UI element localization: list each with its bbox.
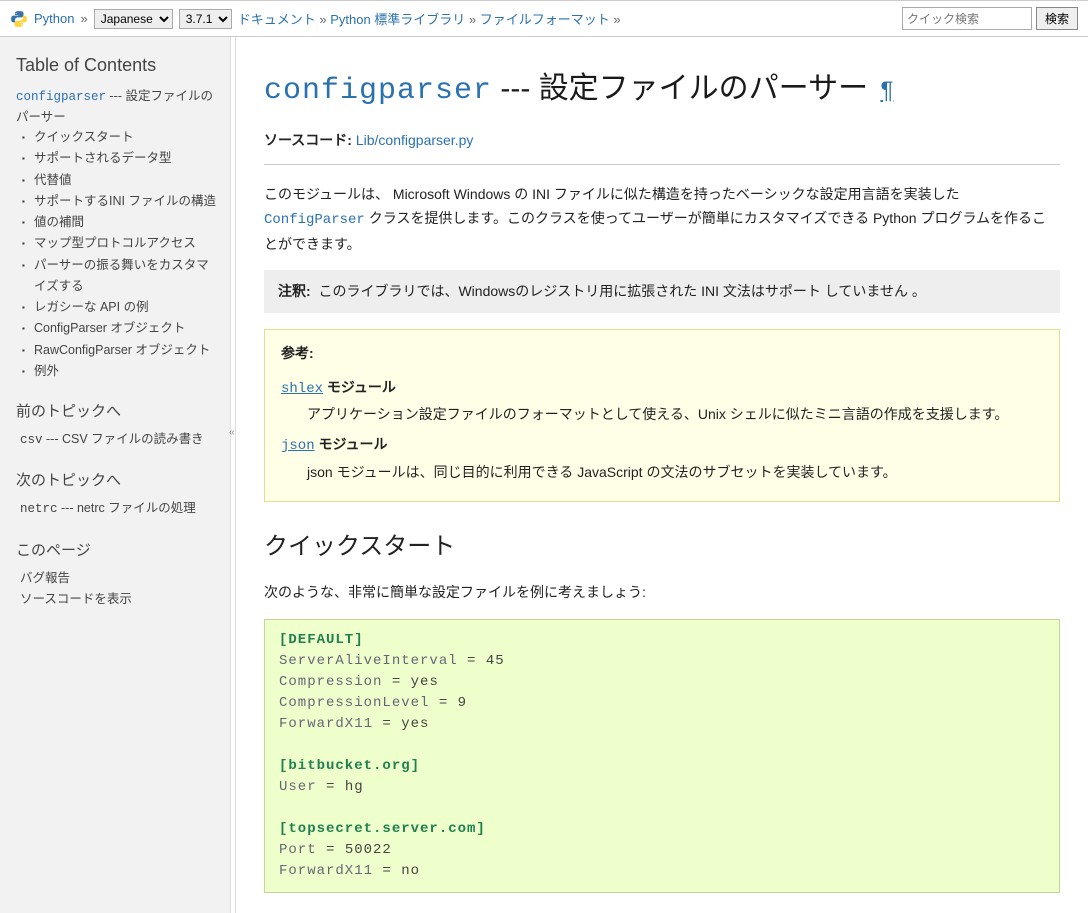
seealso-box: 参考: shlex モジュールアプリケーション設定ファイルのフォーマットとして使… (264, 329, 1060, 502)
this-page-heading: このページ (16, 539, 218, 560)
toc-item: RawConfigParser オブジェクト (20, 340, 218, 361)
toc-link[interactable]: RawConfigParser オブジェクト (34, 343, 210, 357)
configparser-class-link[interactable]: ConfigParser (264, 212, 365, 228)
toc-link[interactable]: 例外 (34, 364, 59, 378)
topbar: Python » EnglishJapaneseFrench 3.7.13.62… (0, 0, 1088, 37)
toc-title: Table of Contents (16, 55, 218, 76)
breadcrumb-sep: » (465, 12, 479, 27)
version-select[interactable]: 3.7.13.62.7 (179, 9, 232, 29)
toc-item: 例外 (20, 361, 218, 382)
breadcrumb-link[interactable]: ドキュメント (238, 12, 316, 27)
code-example: [DEFAULT] ServerAliveInterval = 45 Compr… (264, 619, 1060, 893)
prev-topic-link[interactable]: csv --- CSV ファイルの読み書き (20, 432, 204, 446)
seealso-desc: json モジュールは、同じ目的に利用できる JavaScript の文法のサブ… (307, 461, 1043, 485)
toc-link[interactable]: マップ型プロトコルアクセス (34, 236, 196, 250)
seealso-module-link[interactable]: json (281, 438, 315, 454)
this-page-link[interactable]: ソースコードを表示 (20, 592, 132, 606)
seealso-desc: アプリケーション設定ファイルのフォーマットとして使える、Unix シェルに似たミ… (307, 403, 1043, 427)
toc-link[interactable]: サポートするINI ファイルの構造 (34, 194, 216, 208)
prev-topic-heading: 前のトピックへ (16, 400, 218, 421)
quickstart-heading: クイックスタート (264, 526, 1060, 561)
toc-item: サポートするINI ファイルの構造 (20, 191, 218, 212)
source-link[interactable]: Lib/configparser.py (356, 132, 474, 148)
toc-item: 値の補間 (20, 212, 218, 233)
toc-item: 代替値 (20, 170, 218, 191)
next-topic-heading: 次のトピックへ (16, 469, 218, 490)
search-input[interactable] (902, 7, 1032, 30)
toc-item: ConfigParser オブジェクト (20, 318, 218, 339)
seealso-term: json モジュール (281, 433, 1043, 459)
python-logo-icon (10, 10, 28, 28)
toc-top-link[interactable]: configparser --- 設定ファイルのパーサー (16, 89, 213, 124)
breadcrumb-sep: » (610, 12, 621, 27)
breadcrumb-sep: » (316, 12, 330, 27)
language-select[interactable]: EnglishJapaneseFrench (94, 9, 173, 29)
sidebar-divider[interactable]: « (230, 37, 236, 913)
seealso-module-link[interactable]: shlex (281, 381, 323, 397)
intro-paragraph: このモジュールは、 Microsoft Windows の INI ファイルに似… (264, 183, 1060, 256)
collapse-icon[interactable]: « (229, 427, 235, 438)
toc-link[interactable]: レガシーな API の例 (34, 300, 149, 314)
toc-item: マップ型プロトコルアクセス (20, 233, 218, 254)
heading-permalink-icon[interactable]: ¶ (880, 77, 893, 104)
page-title: configparser --- 設定ファイルのパーサー ¶ (264, 63, 1060, 108)
sidebar: Table of Contents configparser --- 設定ファイ… (0, 37, 230, 913)
this-page-link[interactable]: バグ報告 (20, 571, 70, 585)
next-topic-link[interactable]: netrc --- netrc ファイルの処理 (20, 501, 196, 515)
seealso-term: shlex モジュール (281, 376, 1043, 402)
toc-link[interactable]: 値の補間 (34, 215, 84, 229)
toc-link[interactable]: サポートされるデータ型 (34, 151, 172, 165)
python-link[interactable]: Python (34, 11, 74, 26)
breadcrumb-sep: » (80, 11, 87, 26)
breadcrumb-link[interactable]: ファイルフォーマット (480, 12, 610, 27)
toc-link[interactable]: パーサーの振る舞いをカスタマイズする (34, 258, 209, 293)
source-code-line: ソースコード: Lib/configparser.py (264, 130, 1060, 150)
toc-link[interactable]: 代替値 (34, 173, 72, 187)
search-button[interactable]: 検索 (1036, 7, 1078, 30)
divider-line (264, 164, 1060, 165)
note-box: 注釈: このライブラリでは、Windowsのレジストリ用に拡張された INI 文… (264, 270, 1060, 312)
main-content: configparser --- 設定ファイルのパーサー ¶ ソースコード: L… (236, 37, 1088, 913)
toc-item: サポートされるデータ型 (20, 148, 218, 169)
toc-link[interactable]: ConfigParser オブジェクト (34, 321, 185, 335)
toc-item: レガシーな API の例 (20, 297, 218, 318)
toc-item: パーサーの振る舞いをカスタマイズする (20, 255, 218, 298)
toc-item: クイックスタート (20, 127, 218, 148)
breadcrumb-link[interactable]: Python 標準ライブラリ (330, 12, 465, 27)
quickstart-intro: 次のような、非常に簡単な設定ファイルを例に考えましょう: (264, 581, 1060, 605)
toc-link[interactable]: クイックスタート (34, 130, 134, 144)
